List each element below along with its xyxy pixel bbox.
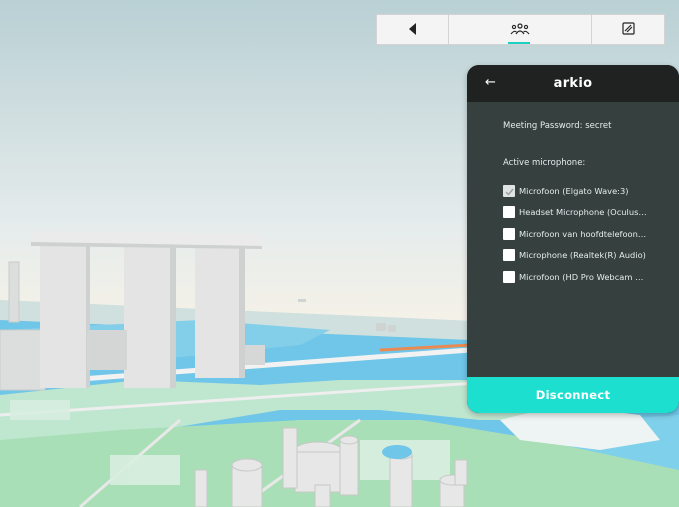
image-edit-icon	[621, 20, 635, 39]
checkbox[interactable]	[503, 270, 515, 283]
active-tab-indicator	[508, 42, 530, 44]
checkmark-icon	[505, 181, 514, 200]
meeting-panel: ← arkio Meeting Password: secret Active …	[467, 65, 679, 413]
checkbox[interactable]	[503, 227, 515, 240]
microphone-label: Microfoon (HD Pro Webcam C920)	[519, 271, 647, 282]
panel-header: ← arkio	[467, 65, 679, 102]
microphone-option[interactable]: Microphone (Realtek(R) Audio)	[503, 245, 673, 267]
people-icon	[510, 20, 530, 39]
back-button[interactable]	[376, 14, 449, 45]
panel-title: arkio	[553, 76, 593, 91]
checkbox[interactable]	[503, 184, 515, 197]
triangle-left-icon	[408, 20, 417, 39]
checkbox[interactable]	[503, 206, 515, 219]
microphone-option[interactable]: Microfoon (Elgato Wave:3)	[503, 180, 673, 202]
image-edit-button[interactable]	[592, 14, 665, 45]
microphone-label: Microphone (Realtek(R) Audio)	[519, 250, 646, 261]
back-arrow-icon[interactable]: ←	[485, 75, 496, 90]
meeting-password: Meeting Password: secret	[503, 121, 612, 131]
microphone-label: Microfoon van hoofdtelefoon (Headset)	[519, 228, 647, 239]
microphone-option[interactable]: Microfoon van hoofdtelefoon (Headset)	[503, 223, 673, 245]
disconnect-button[interactable]: Disconnect	[467, 377, 679, 413]
microphone-list: Microfoon (Elgato Wave:3) Headset Microp…	[503, 180, 673, 288]
microphone-label: Microfoon (Elgato Wave:3)	[519, 185, 629, 196]
checkbox[interactable]	[503, 249, 515, 262]
microphone-label: Headset Microphone (Oculus Virtual Audio…	[519, 207, 647, 218]
people-tab-button[interactable]	[449, 14, 592, 45]
microphone-option[interactable]: Headset Microphone (Oculus Virtual Audio…	[503, 202, 673, 224]
microphone-option[interactable]: Microfoon (HD Pro Webcam C920)	[503, 266, 673, 288]
top-toolbar	[376, 14, 665, 45]
active-microphone-label: Active microphone:	[503, 158, 586, 168]
